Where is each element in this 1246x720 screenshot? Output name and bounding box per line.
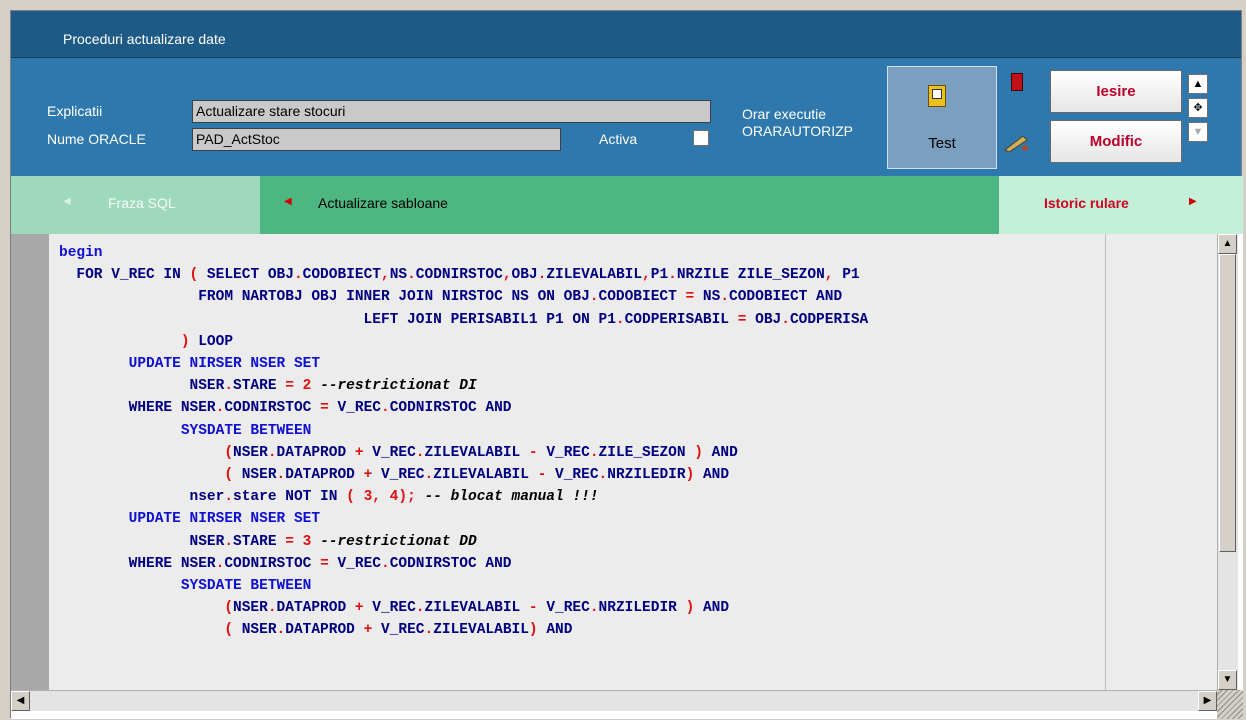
test-button-label: Test xyxy=(928,135,956,152)
nume-oracle-label: Nume ORACLE xyxy=(47,131,146,147)
code-line: (NSER.DATAPROD + V_REC.ZILEVALABIL - V_R… xyxy=(224,444,738,461)
code-line: nser.stare NOT IN ( 3, 4); -- blocat man… xyxy=(59,489,599,506)
code-line: (NSER.DATAPROD + V_REC.ZILEVALABIL - V_R… xyxy=(224,600,730,617)
tab-fraza-sql[interactable]: ◀ Fraza SQL xyxy=(11,176,260,234)
code-line: WHERE NSER.CODNIRSTOC = V_REC.CODNIRSTOC… xyxy=(59,400,512,417)
orar-executie-value: ORARAUTORIZP xyxy=(742,123,853,139)
title-bar: Proceduri actualizare date xyxy=(11,11,1241,58)
tab-actualizare-sabloane-label: Actualizare sabloane xyxy=(318,195,448,211)
scroll-down-button[interactable]: ▼ xyxy=(1218,670,1237,690)
tab-fraza-sql-label: Fraza SQL xyxy=(108,195,176,211)
pen-edit-icon xyxy=(1003,132,1031,153)
code-line: UPDATE NIRSER NSER SET xyxy=(59,356,321,373)
code-line: NSER.STARE = 2 --restrictionat DI xyxy=(59,378,477,395)
resize-grip[interactable] xyxy=(1217,690,1243,719)
explicatii-label: Explicatii xyxy=(47,103,103,119)
code-line: SYSDATE BETWEEN xyxy=(59,578,312,595)
right-margin-line xyxy=(1105,234,1106,690)
code-line: ) LOOP xyxy=(180,333,234,350)
move-down-button[interactable]: ▼ xyxy=(1188,122,1208,142)
code-line: ( NSER.DATAPROD + V_REC.ZILEVALABIL - V_… xyxy=(224,467,730,484)
vertical-scrollbar[interactable]: ▲ ▼ xyxy=(1217,234,1238,690)
procedure-window: Proceduri actualizare date Explicatii Ac… xyxy=(10,10,1243,719)
code-line: LEFT JOIN PERISABIL1 P1 ON P1.CODPERISAB… xyxy=(59,311,869,328)
tab-left-arrow-icon: ◀ xyxy=(63,196,71,207)
code-line: NSER.STARE = 3 --restrictionat DD xyxy=(59,533,477,550)
tab-istoric-rulare-label: Istoric rulare xyxy=(1044,195,1129,211)
tab-actualizare-sabloane[interactable]: ◀ Actualizare sabloane xyxy=(260,176,999,234)
tab-arrow-left-icon: ◀ xyxy=(284,196,292,207)
window-title: Proceduri actualizare date xyxy=(63,31,226,47)
tab-right-arrow-icon: ▶ xyxy=(1189,196,1197,207)
test-icon xyxy=(928,85,946,107)
code-line: FOR V_REC IN ( SELECT OBJ.CODOBIECT,NS.C… xyxy=(59,267,860,284)
code-text: begin FOR V_REC IN ( SELECT OBJ.CODOBIEC… xyxy=(59,242,868,642)
activa-label: Activa xyxy=(599,131,638,147)
iesire-button[interactable]: Iesire xyxy=(1050,70,1182,113)
code-line: WHERE NSER.CODNIRSTOC = V_REC.CODNIRSTOC… xyxy=(59,555,512,572)
editor-gutter xyxy=(11,234,49,690)
activa-checkbox[interactable] xyxy=(693,130,709,146)
explicatii-field[interactable]: Actualizare stare stocuri xyxy=(192,100,711,123)
vertical-scroll-thumb[interactable] xyxy=(1219,254,1236,552)
code-line: UPDATE NIRSER NSER SET xyxy=(59,511,321,528)
code-area[interactable]: begin FOR V_REC IN ( SELECT OBJ.CODOBIEC… xyxy=(49,234,1217,690)
scroll-left-button[interactable]: ◀ xyxy=(11,691,30,711)
code-line: begin xyxy=(59,245,103,261)
code-line: FROM NARTOBJ OBJ INNER JOIN NIRSTOC NS O… xyxy=(59,289,843,306)
exit-door-icon xyxy=(1011,73,1023,91)
move-crosshair-button[interactable]: ✥ xyxy=(1188,98,1208,118)
test-button[interactable]: Test xyxy=(887,66,997,169)
move-up-button[interactable]: ▲ xyxy=(1188,74,1208,94)
orar-executie-label: Orar executie xyxy=(742,106,827,122)
modific-button[interactable]: Modific xyxy=(1050,120,1182,163)
header-panel: Explicatii Actualizare stare stocuri Num… xyxy=(11,58,1241,176)
sql-editor[interactable]: begin FOR V_REC IN ( SELECT OBJ.CODOBIEC… xyxy=(11,234,1243,719)
scroll-up-button[interactable]: ▲ xyxy=(1218,234,1237,254)
tab-istoric-rulare[interactable]: Istoric rulare ▶ xyxy=(999,176,1243,234)
code-line: ( NSER.DATAPROD + V_REC.ZILEVALABIL) AND xyxy=(224,622,573,639)
code-line: SYSDATE BETWEEN xyxy=(59,422,312,439)
horizontal-scrollbar[interactable]: ◀ ▶ xyxy=(11,690,1237,711)
scroll-right-button[interactable]: ▶ xyxy=(1198,691,1217,711)
nume-oracle-field[interactable]: PAD_ActStoc xyxy=(192,128,561,151)
tab-bar: ◀ Fraza SQL ◀ Actualizare sabloane Istor… xyxy=(11,176,1243,234)
